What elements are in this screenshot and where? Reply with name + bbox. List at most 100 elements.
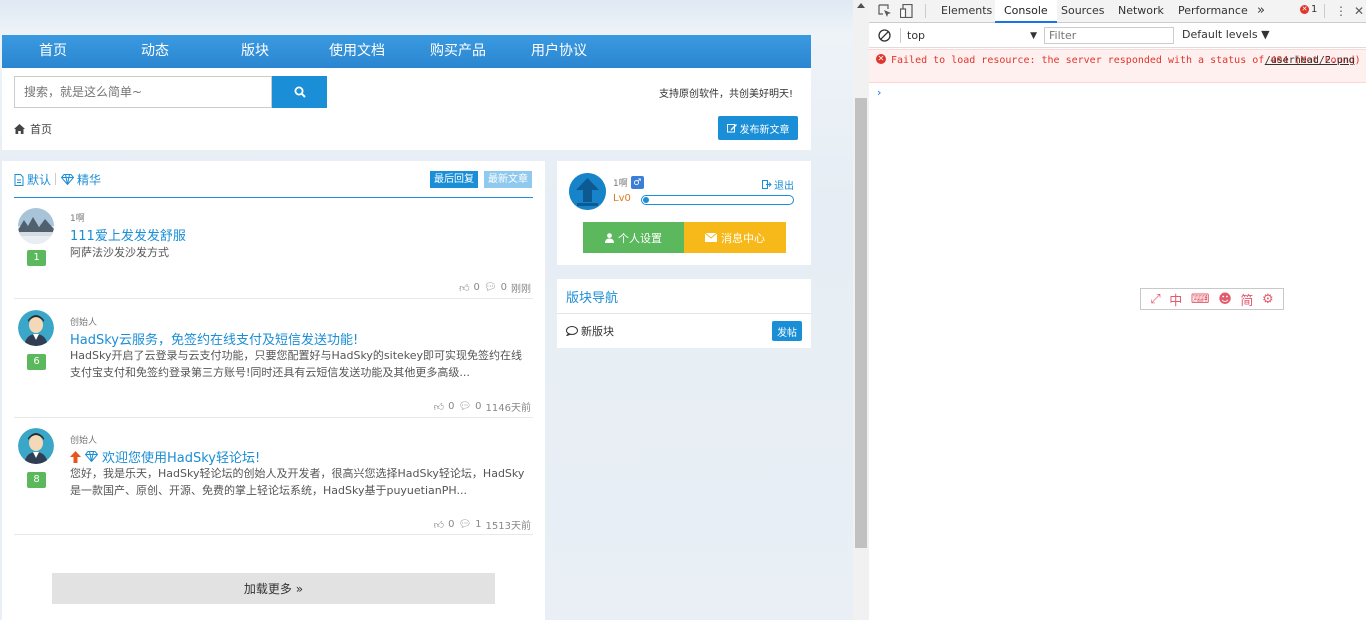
breadcrumb-home[interactable]: 首页 (30, 121, 52, 137)
nav-agreement[interactable]: 用户协议 (531, 35, 587, 68)
tab-performance[interactable]: Performance (1178, 0, 1248, 23)
more-tabs-button[interactable]: » (1257, 0, 1265, 23)
comment-icon (566, 326, 578, 336)
thumbs-up-icon: 👍︎ (433, 401, 445, 413)
error-counter[interactable]: ✕ 1 (1300, 4, 1317, 15)
inspect-element-icon[interactable] (878, 4, 892, 18)
username-text: 1啊 (613, 179, 628, 189)
tab-featured-label: 精华 (77, 173, 102, 187)
user-panel: 1啊 ♂ Lv0 退出 个人设置 消息中心 (557, 161, 811, 265)
level-badge: 6 (27, 354, 46, 370)
logout-label: 退出 (774, 181, 794, 192)
search-button[interactable] (272, 76, 327, 108)
post-item: 1 1啊 111爱上发发发舒服 阿萨法沙发沙发方式 👍︎ 0 💬︎ 0 刚刚 (14, 198, 533, 299)
device-toolbar-icon[interactable] (900, 4, 914, 18)
post-author[interactable]: 创始人 (70, 315, 97, 328)
user-avatar[interactable] (569, 173, 606, 210)
tab-default-label: 默认 (27, 173, 52, 187)
chinese-mode-icon[interactable]: 中 (1169, 290, 1182, 309)
keyboard-icon[interactable]: ⌨ (1191, 292, 1210, 307)
comment-count: 0 (475, 401, 482, 412)
post-excerpt: 阿萨法沙发沙发方式 (70, 246, 169, 259)
error-resource-link[interactable]: /userhead/2.png (1265, 54, 1355, 67)
post-title[interactable]: 111爱上发发发舒服 (70, 225, 186, 244)
kebab-menu-icon[interactable]: ⋮ (1334, 4, 1348, 18)
avatar[interactable] (18, 428, 54, 464)
home-icon (14, 124, 25, 134)
publish-label: 发布新文章 (739, 124, 790, 136)
avatar[interactable] (18, 208, 54, 244)
comment-icon: 💬︎ (458, 519, 472, 530)
nav-home[interactable]: 首页 (39, 35, 67, 68)
like-count: 0 (473, 282, 480, 293)
tab-network[interactable]: Network (1118, 0, 1164, 23)
tab-featured[interactable]: 精华 (61, 171, 101, 188)
simplified-icon[interactable]: 简 (1240, 290, 1253, 309)
log-levels-dropdown[interactable]: Default levels ▼ (1182, 28, 1270, 41)
edit-icon (726, 124, 737, 133)
like-count: 0 (448, 519, 455, 530)
tab-console[interactable]: Console (995, 0, 1057, 23)
post-time: 1146天前 (485, 403, 531, 414)
nav-docs[interactable]: 使用文档 (329, 35, 385, 68)
post-excerpt: HadSky开启了云登录与云支付功能，只要您配置好与HadSky的sitekey… (70, 349, 523, 379)
post-meta: 👍︎ 0 💬︎ 0 1146天前 (434, 399, 531, 414)
tab-sources[interactable]: Sources (1061, 0, 1105, 23)
username[interactable]: 1啊 ♂ (613, 176, 644, 189)
breadcrumb: 首页 (14, 121, 52, 137)
nav-boards[interactable]: 版块 (241, 35, 269, 68)
console-prompt[interactable]: › (877, 86, 881, 99)
page-scrollbar[interactable] (853, 0, 869, 620)
context-selector[interactable]: top ▼ (907, 28, 1037, 44)
expand-icon[interactable]: ⤢ (1150, 292, 1160, 307)
envelope-icon (705, 233, 717, 242)
logout-link[interactable]: 退出 (762, 177, 794, 192)
nav-activity[interactable]: 动态 (141, 35, 169, 68)
list-tabs: 默认 精华 最后回复 最新文章 (14, 169, 533, 198)
load-more-button[interactable]: 加载更多 » (52, 573, 495, 604)
comment-icon: 💬︎ (483, 282, 497, 293)
forum-nav-title: 版块导航 (566, 291, 619, 306)
post-list-box: 默认 精华 最后回复 最新文章 1 1啊 111爱上发发发舒服 阿萨法沙发沙发方… (2, 161, 545, 620)
error-icon: ✕ (876, 54, 886, 64)
publish-article-button[interactable]: 发布新文章 (718, 116, 798, 140)
user-level: Lv0 (613, 193, 631, 204)
level-badge: 1 (27, 250, 46, 266)
filter-input[interactable] (1044, 27, 1174, 44)
search-input[interactable] (14, 76, 272, 108)
nav-buy[interactable]: 购买产品 (430, 35, 486, 68)
tab-default[interactable]: 默认 (14, 171, 51, 188)
post-title[interactable]: HadSky云服务，免签约在线支付及短信发送功能! (70, 329, 358, 348)
post-title-row[interactable]: 欢迎您使用HadSky轻论坛! (70, 447, 260, 466)
profile-settings-button[interactable]: 个人设置 (583, 222, 684, 253)
pinned-arrow-icon (70, 450, 81, 463)
header-box: 支持原创软件，共创美好明天! 首页 发布新文章 (2, 68, 811, 150)
sort-newest-button[interactable]: 最新文章 (484, 171, 532, 188)
close-icon[interactable]: ✕ (1354, 4, 1364, 18)
post-time: 刚刚 (511, 284, 531, 295)
avatar[interactable] (18, 310, 54, 346)
thumbs-up-icon: 👍︎ (459, 282, 470, 294)
post-author[interactable]: 创始人 (70, 433, 97, 446)
tab-elements[interactable]: Elements (941, 0, 992, 23)
main-nav: 首页 动态 版块 使用文档 购买产品 用户协议 (2, 35, 811, 68)
tab-divider (55, 173, 56, 185)
post-author[interactable]: 1啊 (70, 211, 85, 224)
dropdown-arrow-icon: ▼ (1030, 31, 1037, 41)
new-post-button[interactable]: 发帖 (772, 321, 802, 341)
sort-last-reply-button[interactable]: 最后回复 (430, 171, 478, 188)
board-link[interactable]: 新版块 (566, 323, 614, 339)
message-center-button[interactable]: 消息中心 (684, 222, 786, 253)
console-toolbar: top ▼ Default levels ▼ (869, 24, 1366, 48)
settings-label: 个人设置 (618, 231, 662, 245)
forum-nav-panel: 版块导航 新版块 发帖 (557, 279, 811, 348)
error-text: Failed to load resource: the server resp… (891, 54, 1361, 67)
divider (900, 28, 901, 43)
emoji-icon[interactable]: ☻ (1218, 292, 1232, 307)
scrollbar-thumb[interactable] (855, 98, 867, 548)
scroll-up-arrow[interactable] (857, 3, 865, 8)
clear-console-icon[interactable] (878, 29, 891, 42)
post-title[interactable]: 欢迎您使用HadSky轻论坛! (102, 447, 260, 466)
diamond-icon (85, 451, 98, 462)
settings-icon[interactable]: ⚙ (1262, 292, 1274, 307)
